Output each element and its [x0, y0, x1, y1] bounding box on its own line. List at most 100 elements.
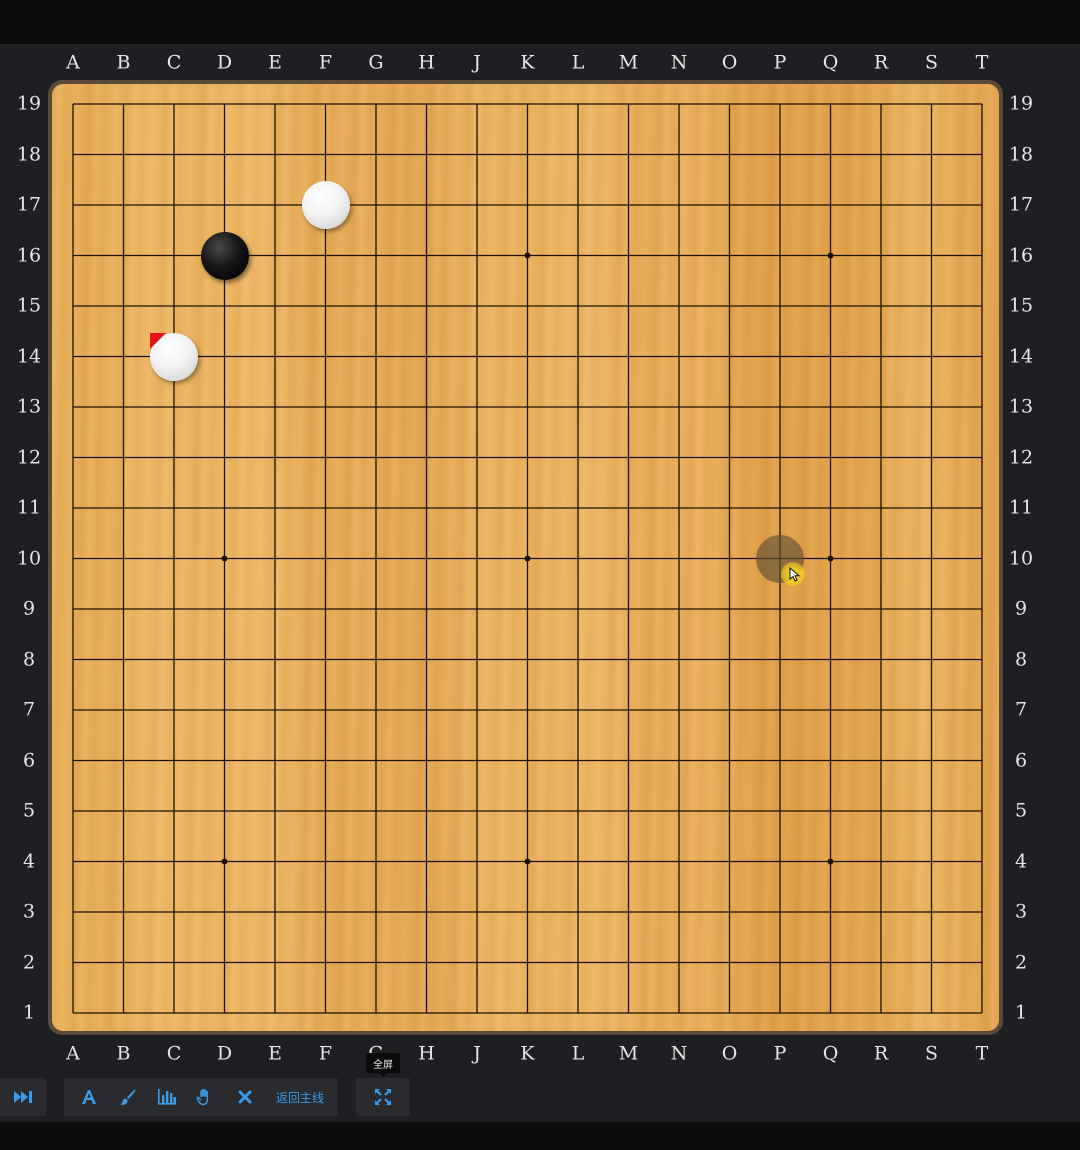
draw-button[interactable] — [114, 1078, 140, 1116]
star-point-K16 — [524, 252, 531, 259]
row-label-left-7: 7 — [22, 698, 36, 721]
star-point-K4 — [524, 858, 531, 865]
column-label-top-E: E — [268, 51, 282, 74]
row-label-right-19: 19 — [1008, 92, 1034, 115]
analysis-chart-button[interactable] — [154, 1078, 180, 1116]
go-board[interactable] — [52, 84, 999, 1031]
row-label-left-14: 14 — [16, 345, 42, 367]
row-label-left-11: 11 — [16, 496, 42, 519]
row-label-left-17: 17 — [16, 193, 42, 216]
row-label-left-9: 9 — [22, 597, 36, 620]
column-label-bottom-M: M — [618, 1042, 639, 1065]
fullscreen-button[interactable] — [356, 1078, 410, 1116]
hand-icon — [196, 1088, 209, 1106]
star-point-K10 — [524, 555, 531, 562]
column-label-bottom-S: S — [924, 1042, 939, 1065]
mouse-cursor-icon — [789, 566, 801, 582]
letter-a-icon — [82, 1090, 96, 1104]
view-group — [356, 1078, 410, 1116]
row-label-right-1: 1 — [1014, 1001, 1028, 1024]
column-label-bottom-O: O — [721, 1042, 738, 1065]
row-label-right-9: 9 — [1014, 597, 1028, 620]
row-label-left-10: 10 — [16, 547, 42, 569]
column-label-bottom-C: C — [166, 1042, 182, 1065]
row-label-right-15: 15 — [1008, 294, 1034, 317]
column-label-top-Q: Q — [822, 51, 839, 74]
row-label-right-2: 2 — [1014, 951, 1028, 973]
star-point-D10 — [221, 555, 228, 562]
column-label-bottom-P: P — [773, 1042, 787, 1065]
column-label-top-F: F — [318, 51, 333, 74]
row-label-left-5: 5 — [22, 799, 36, 822]
column-label-top-L: L — [571, 51, 585, 74]
star-point-D4 — [221, 858, 228, 865]
column-label-top-O: O — [721, 51, 738, 74]
row-label-right-16: 16 — [1008, 244, 1034, 266]
column-label-top-K: K — [520, 51, 535, 74]
row-label-right-6: 6 — [1014, 749, 1028, 771]
row-label-left-18: 18 — [16, 143, 42, 165]
column-label-bottom-A: A — [66, 1042, 80, 1065]
column-label-top-D: D — [216, 51, 233, 74]
row-label-right-17: 17 — [1008, 193, 1034, 216]
black-stone-D16 — [200, 231, 249, 280]
column-label-top-T: T — [975, 51, 989, 74]
column-label-top-B: B — [116, 51, 131, 74]
row-label-left-3: 3 — [22, 900, 36, 923]
column-label-bottom-R: R — [873, 1042, 889, 1065]
row-label-right-10: 10 — [1008, 547, 1034, 569]
column-label-top-H: H — [418, 51, 435, 74]
row-label-right-12: 12 — [1008, 446, 1034, 468]
pan-hand-button[interactable] — [192, 1078, 218, 1116]
column-label-top-P: P — [773, 51, 787, 74]
playback-group — [0, 1078, 46, 1116]
star-point-Q10 — [827, 555, 834, 562]
row-label-left-16: 16 — [16, 244, 42, 266]
top-bar — [0, 0, 1080, 44]
row-label-right-18: 18 — [1008, 143, 1034, 165]
fast-forward-button[interactable] — [0, 1078, 46, 1116]
text-label-button[interactable] — [76, 1078, 102, 1116]
column-label-bottom-Q: Q — [822, 1042, 839, 1065]
row-label-left-12: 12 — [16, 446, 42, 468]
column-label-bottom-E: E — [268, 1042, 282, 1065]
column-label-bottom-J: J — [473, 1042, 481, 1065]
row-label-right-8: 8 — [1014, 648, 1028, 670]
row-label-left-13: 13 — [16, 395, 42, 418]
column-label-top-S: S — [924, 51, 939, 74]
column-label-bottom-N: N — [670, 1042, 688, 1065]
column-label-top-C: C — [166, 51, 182, 74]
row-label-right-3: 3 — [1014, 900, 1028, 923]
fullscreen-arrows-icon — [375, 1089, 391, 1105]
bottom-bar — [0, 1122, 1080, 1150]
fullscreen-tooltip: 全屏 — [366, 1053, 400, 1077]
column-label-top-J: J — [473, 51, 481, 74]
row-label-right-13: 13 — [1008, 395, 1034, 418]
column-label-bottom-D: D — [216, 1042, 233, 1065]
row-label-left-6: 6 — [22, 749, 36, 771]
column-label-bottom-B: B — [116, 1042, 131, 1065]
row-label-left-1: 1 — [22, 1001, 36, 1024]
column-label-top-G: G — [368, 51, 384, 74]
column-label-top-M: M — [618, 51, 639, 74]
return-main-line-label: 返回主线 — [275, 1090, 324, 1105]
column-label-top-R: R — [873, 51, 889, 74]
clear-marks-button[interactable] — [232, 1078, 258, 1116]
row-label-right-5: 5 — [1014, 799, 1028, 822]
board-grid — [72, 103, 983, 1014]
column-label-bottom-K: K — [520, 1042, 535, 1065]
row-label-left-4: 4 — [22, 850, 36, 872]
column-label-bottom-T: T — [975, 1042, 989, 1065]
bottom-toolbar: 返回主线 — [0, 1071, 1080, 1122]
row-label-right-11: 11 — [1008, 496, 1034, 519]
star-point-Q16 — [827, 252, 834, 259]
star-point-Q4 — [827, 858, 834, 865]
return-main-line-button[interactable]: 返回主线 — [268, 1078, 332, 1116]
white-stone-F17 — [301, 181, 350, 229]
row-label-left-8: 8 — [22, 648, 36, 670]
row-label-left-19: 19 — [16, 92, 42, 115]
brush-icon — [120, 1089, 136, 1105]
column-label-bottom-L: L — [571, 1042, 585, 1065]
column-label-top-N: N — [670, 51, 688, 74]
row-label-right-4: 4 — [1014, 850, 1028, 872]
